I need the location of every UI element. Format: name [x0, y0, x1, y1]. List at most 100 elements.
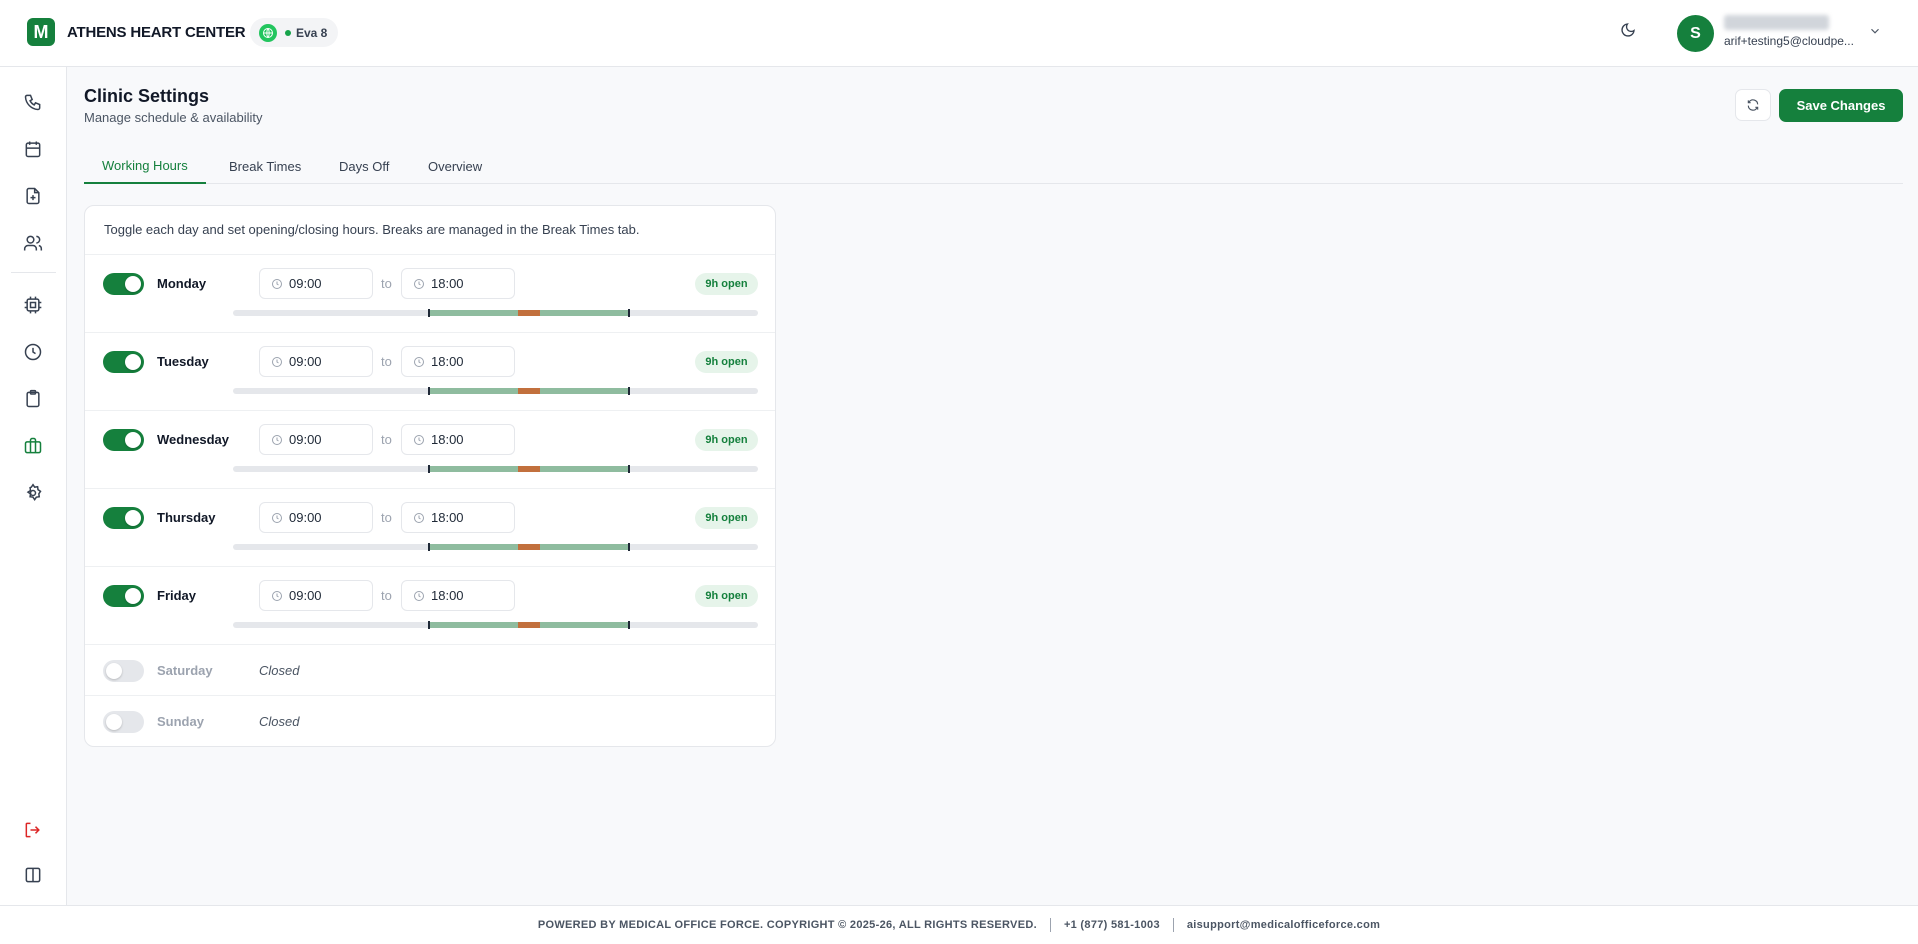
clock-icon [413, 512, 431, 524]
open-segment [540, 388, 630, 394]
open-time-value: 09:00 [289, 588, 322, 603]
open-marker [428, 387, 430, 395]
clipboard-icon[interactable] [22, 388, 44, 410]
toggle-knob [106, 663, 122, 679]
day-toggle[interactable] [103, 660, 144, 682]
avatar[interactable]: S [1677, 15, 1714, 52]
day-toggle[interactable] [103, 351, 144, 373]
closed-label: Closed [259, 663, 300, 678]
day-name: Wednesday [157, 432, 230, 447]
top-bar: M ATHENS HEART CENTER Eva 8 S arif+testi… [0, 0, 1918, 67]
hours-badge: 9h open [695, 351, 758, 373]
day-timeline [233, 621, 758, 629]
file-plus-icon[interactable] [22, 185, 44, 207]
break-segment [518, 622, 540, 628]
tab-working-hours[interactable]: Working Hours [84, 148, 206, 184]
close-time-input[interactable]: 18:00 [401, 580, 515, 611]
day-name: Monday [157, 276, 207, 291]
clock-icon[interactable] [22, 341, 44, 363]
tab-bar: Working Hours Break Times Days Off Overv… [84, 148, 1903, 184]
closed-label: Closed [259, 714, 300, 729]
panel-icon[interactable] [22, 864, 44, 886]
open-marker [428, 465, 430, 473]
clock-icon [271, 590, 289, 602]
break-segment [518, 310, 540, 316]
toggle-knob [125, 354, 141, 370]
phone-icon[interactable] [22, 91, 44, 113]
toggle-knob [125, 432, 141, 448]
open-time-value: 09:00 [289, 510, 322, 525]
clock-icon [413, 434, 431, 446]
to-label: to [381, 432, 392, 447]
open-time-input[interactable]: 09:00 [259, 502, 373, 533]
footer-phone[interactable]: +1 (877) 581-1003 [1064, 919, 1160, 931]
cpu-icon[interactable] [22, 294, 44, 316]
open-time-input[interactable]: 09:00 [259, 580, 373, 611]
day-name: Sunday [157, 714, 204, 729]
open-time-input[interactable]: 09:00 [259, 268, 373, 299]
agent-selector[interactable]: Eva 8 [250, 18, 338, 47]
footer-email[interactable]: aisupport@medicalofficeforce.com [1187, 919, 1380, 931]
working-hours-card: Toggle each day and set opening/closing … [84, 205, 776, 747]
day-row: Thursday 09:00 to 18:00 9h open [85, 488, 775, 566]
chevron-down-icon[interactable] [1868, 24, 1884, 40]
clock-icon [413, 278, 431, 290]
refresh-button[interactable] [1735, 89, 1771, 121]
day-toggle[interactable] [103, 273, 144, 295]
open-time-value: 09:00 [289, 354, 322, 369]
open-time-input[interactable]: 09:00 [259, 424, 373, 455]
clock-icon [413, 590, 431, 602]
day-timeline [233, 387, 758, 395]
day-row: Sunday Closed [85, 695, 775, 746]
agent-name: Eva 8 [296, 25, 328, 40]
day-name: Friday [157, 588, 197, 603]
close-time-input[interactable]: 18:00 [401, 268, 515, 299]
globe-icon [259, 23, 277, 42]
moon-icon[interactable] [1620, 22, 1642, 44]
open-time-input[interactable]: 09:00 [259, 346, 373, 377]
users-icon[interactable] [22, 232, 44, 254]
page-subtitle: Manage schedule & availability [84, 110, 263, 125]
open-segment [540, 310, 630, 316]
status-dot [285, 29, 291, 36]
hours-badge: 9h open [695, 273, 758, 295]
page-title: Clinic Settings [84, 86, 210, 106]
close-time-input[interactable]: 18:00 [401, 346, 515, 377]
break-segment [518, 544, 540, 550]
close-time-value: 18:00 [431, 588, 464, 603]
day-timeline [233, 543, 758, 551]
day-toggle[interactable] [103, 429, 144, 451]
tab-break-times[interactable]: Break Times [229, 148, 301, 184]
open-segment [428, 622, 518, 628]
close-time-value: 18:00 [431, 276, 464, 291]
open-segment [428, 310, 518, 316]
briefcase-icon[interactable] [22, 435, 44, 457]
day-row: Monday 09:00 to 18:00 9h open [85, 254, 775, 332]
close-time-input[interactable]: 18:00 [401, 424, 515, 455]
calendar-icon[interactable] [22, 138, 44, 160]
card-hint: Toggle each day and set opening/closing … [104, 222, 640, 237]
day-toggle[interactable] [103, 711, 144, 733]
close-marker [628, 309, 630, 317]
logout-icon[interactable] [22, 819, 44, 841]
day-toggle[interactable] [103, 507, 144, 529]
day-toggle[interactable] [103, 585, 144, 607]
day-name: Tuesday [157, 354, 209, 369]
open-segment [428, 544, 518, 550]
close-time-value: 18:00 [431, 432, 464, 447]
org-name: ATHENS HEART CENTER [67, 24, 246, 41]
footer-copyright: POWERED BY MEDICAL OFFICE FORCE. COPYRIG… [537, 919, 1037, 931]
day-timeline [233, 465, 758, 473]
close-time-input[interactable]: 18:00 [401, 502, 515, 533]
save-changes-button[interactable]: Save Changes [1779, 89, 1903, 122]
clock-icon [271, 434, 289, 446]
hours-badge: 9h open [695, 585, 758, 607]
user-email: arif+testing5@cloudpe... [1724, 34, 1854, 48]
hours-badge: 9h open [695, 507, 758, 529]
tab-overview[interactable]: Overview [428, 148, 482, 184]
tab-days-off[interactable]: Days Off [339, 148, 389, 184]
toggle-knob [125, 588, 141, 604]
settings-icon[interactable] [22, 482, 44, 504]
to-label: to [381, 588, 392, 603]
toggle-knob [125, 276, 141, 292]
